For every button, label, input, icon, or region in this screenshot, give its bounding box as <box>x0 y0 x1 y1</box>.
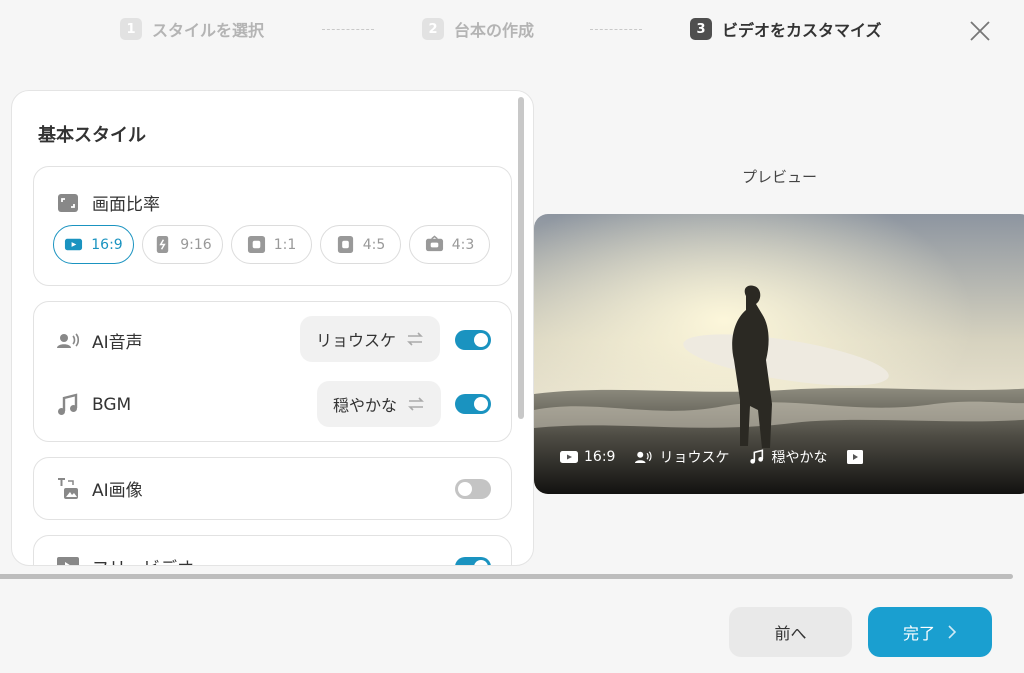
step-label: 台本の作成 <box>454 21 535 40</box>
portrait-frame-icon <box>337 235 353 254</box>
ai-voice-value: リョウスケ <box>316 331 397 350</box>
previous-button-label: 前へ <box>774 624 807 643</box>
free-video-toggle[interactable] <box>455 557 491 565</box>
step-number: 2 <box>422 18 444 40</box>
settings-panel: 基本スタイル 画面比率 16:9 9:16 1:1 4:5 4:3 AI音声 リ… <box>11 90 534 566</box>
step-label: ビデオをカスタマイズ <box>722 21 882 40</box>
portrait-video-icon <box>157 235 169 254</box>
preview-overlay: 16:9 リョウスケ 穏やかな <box>560 447 883 467</box>
ai-image-header: AI画像 <box>56 476 143 501</box>
step-divider <box>322 29 374 30</box>
video-preview[interactable]: 16:9 リョウスケ 穏やかな <box>534 214 1024 494</box>
ratio-option-9-16[interactable]: 9:16 <box>142 225 223 264</box>
close-button[interactable] <box>968 19 992 43</box>
voice-bgm-card: AI音声 リョウスケ BGM 穏やかな <box>33 301 512 442</box>
close-icon <box>970 21 990 41</box>
ratio-option-16-9[interactable]: 16:9 <box>53 225 134 264</box>
tv-frame-icon <box>425 235 443 252</box>
aspect-ratio-label: 画面比率 <box>92 195 160 215</box>
chevron-right-icon <box>948 625 957 639</box>
ai-image-label: AI画像 <box>92 481 143 501</box>
ratio-label: 4:3 <box>451 236 475 253</box>
bgm-header: BGM <box>56 393 131 417</box>
step-divider <box>590 29 642 30</box>
bgm-value: 穏やかな <box>333 396 398 415</box>
aspect-ratio-card: 画面比率 16:9 9:16 1:1 4:5 4:3 <box>33 166 512 286</box>
step-select-style: 1 スタイルを選択 <box>120 17 264 41</box>
ratio-option-4-3[interactable]: 4:3 <box>409 225 490 264</box>
voice-speaker-icon <box>57 332 80 348</box>
step-create-script: 2 台本の作成 <box>422 17 534 41</box>
ai-image-card: AI画像 <box>33 457 512 520</box>
free-video-card: フリービデオ <box>33 535 512 565</box>
video-play-icon <box>847 450 864 464</box>
step-number: 1 <box>120 18 142 40</box>
ai-voice-header: AI音声 <box>56 328 143 353</box>
text-to-image-icon <box>58 477 78 499</box>
ratio-option-4-5[interactable]: 4:5 <box>320 225 401 264</box>
overlay-bgm-value: 穏やかな <box>771 450 828 466</box>
music-note-icon <box>58 393 78 415</box>
panel-scrollbar[interactable] <box>518 97 524 419</box>
panel-title: 基本スタイル <box>38 125 146 146</box>
landscape-video-icon <box>65 238 83 251</box>
overlay-ratio: 16:9 <box>560 449 615 465</box>
ai-voice-toggle[interactable] <box>455 330 491 350</box>
landscape-video-icon <box>560 451 578 463</box>
swap-icon <box>407 332 423 346</box>
settings-scroll-area[interactable]: 基本スタイル 画面比率 16:9 9:16 1:1 4:5 4:3 AI音声 リ… <box>12 91 533 565</box>
step-customize-video: 3 ビデオをカスタマイズ <box>690 17 882 41</box>
ratio-label: 1:1 <box>273 236 297 253</box>
step-number: 3 <box>690 18 712 40</box>
voice-speaker-icon <box>635 451 652 463</box>
overlay-voice-value: リョウスケ <box>659 450 730 466</box>
stepper: 1 スタイルを選択 2 台本の作成 3 ビデオをカスタマイズ <box>0 17 1024 43</box>
bgm-label: BGM <box>92 395 132 415</box>
overlay-video <box>847 450 864 464</box>
video-play-icon <box>57 556 79 565</box>
done-button-label: 完了 <box>902 624 935 643</box>
bgm-toggle[interactable] <box>455 394 491 414</box>
ratio-label: 16:9 <box>91 236 123 253</box>
ratio-label: 9:16 <box>180 236 212 253</box>
overlay-ratio-value: 16:9 <box>584 449 616 465</box>
progress-bar <box>0 574 1013 579</box>
overlay-voice: リョウスケ <box>635 447 729 467</box>
previous-button[interactable]: 前へ <box>729 607 852 657</box>
swap-icon <box>408 397 424 411</box>
preview-label: プレビュー <box>742 168 818 186</box>
ai-image-toggle[interactable] <box>455 479 491 499</box>
bgm-selector[interactable]: 穏やかな <box>317 381 442 427</box>
overlay-bgm: 穏やかな <box>749 447 827 467</box>
free-video-header: フリービデオ <box>56 554 194 565</box>
aspect-ratio-options: 16:9 9:16 1:1 4:5 4:3 <box>53 225 490 264</box>
done-button[interactable]: 完了 <box>868 607 992 657</box>
aspect-ratio-icon <box>58 193 78 212</box>
aspect-ratio-header: 画面比率 <box>56 190 160 215</box>
step-label: スタイルを選択 <box>152 21 265 40</box>
ai-voice-label: AI音声 <box>92 333 143 353</box>
free-video-label: フリービデオ <box>92 554 194 565</box>
ratio-option-1-1[interactable]: 1:1 <box>231 225 312 264</box>
square-frame-icon <box>247 235 265 254</box>
ai-voice-selector[interactable]: リョウスケ <box>300 316 441 362</box>
ratio-label: 4:5 <box>362 236 386 253</box>
music-note-icon <box>750 449 764 464</box>
